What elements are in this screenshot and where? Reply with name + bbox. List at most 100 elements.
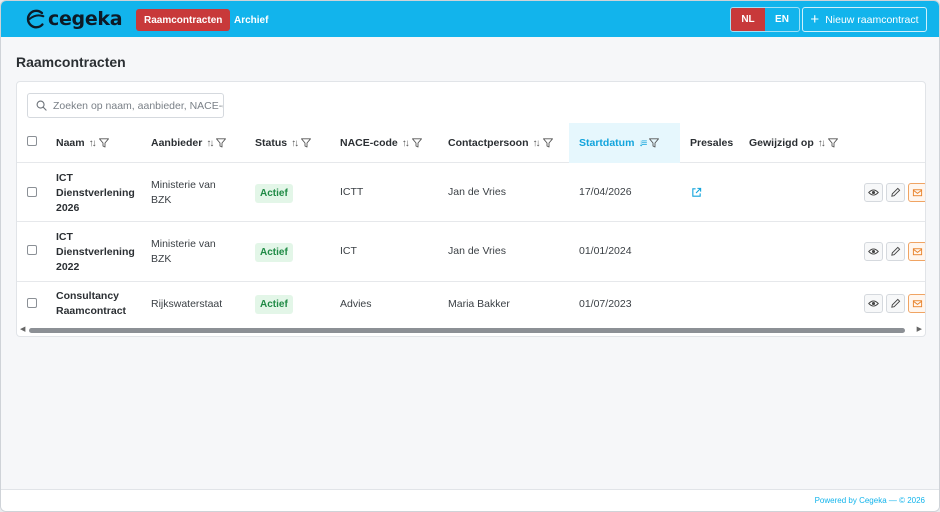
cell-naam[interactable]: Consultancy Raamcontract	[56, 288, 146, 320]
filter-icon[interactable]	[216, 138, 227, 148]
nav-raamcontracten[interactable]: Raamcontracten	[136, 9, 231, 31]
new-raamcontract-button[interactable]: + Nieuw raamcontract	[802, 7, 927, 32]
lang-en-button[interactable]: EN	[765, 8, 799, 31]
horizontal-scrollbar[interactable]: ◀ ▶	[17, 324, 925, 336]
new-raamcontract-label: Nieuw raamcontract	[825, 13, 919, 26]
sort-icon[interactable]: ↑↓	[206, 138, 214, 149]
view-button[interactable]	[864, 242, 883, 261]
eye-icon	[868, 248, 879, 255]
view-button[interactable]	[864, 183, 883, 202]
sort-desc-icon[interactable]: ↓≡	[638, 138, 647, 149]
table-row[interactable]: ICT Dienstverlening 2022 Ministerie van …	[17, 222, 925, 282]
page-title: Raamcontracten	[16, 54, 126, 70]
scroll-left-icon[interactable]: ◀	[20, 325, 25, 333]
pencil-icon	[891, 246, 901, 256]
filter-icon[interactable]	[827, 138, 838, 148]
status-badge: Actief	[255, 294, 293, 314]
app-window: cegeka Raamcontracten Archief NL EN + Ni…	[0, 0, 940, 512]
scroll-right-icon[interactable]: ▶	[917, 325, 922, 333]
sort-icon[interactable]: ↑↓	[818, 138, 826, 149]
eye-icon	[868, 300, 879, 307]
column-header-gewijzigd[interactable]: Gewijzigd op ↑↓	[749, 123, 838, 163]
search-icon	[36, 100, 47, 111]
sort-icon[interactable]: ↑↓	[89, 138, 97, 149]
cell-startdatum: 01/01/2024	[579, 245, 632, 257]
envelope-icon	[912, 300, 923, 308]
mail-button[interactable]	[908, 183, 925, 202]
column-label: Status	[255, 137, 288, 149]
view-button[interactable]	[864, 294, 883, 313]
plus-icon: +	[810, 10, 820, 28]
envelope-icon	[912, 248, 923, 256]
footer-credit: Powered by Cegeka — © 2026	[814, 496, 925, 505]
column-label: Contactpersoon	[448, 137, 529, 149]
column-header-naam[interactable]: Naam ↑↓	[56, 123, 109, 163]
search-input[interactable]	[53, 99, 223, 112]
cell-contactpersoon: Maria Bakker	[448, 298, 510, 310]
column-header-nace[interactable]: NACE-code ↑↓	[340, 123, 422, 163]
column-label: Presales	[690, 137, 734, 149]
cell-aanbieder: Rijkswaterstaat	[151, 298, 223, 310]
cell-contactpersoon: Jan de Vries	[448, 186, 506, 198]
search-box[interactable]	[27, 93, 224, 118]
column-header-startdatum[interactable]: Startdatum ↓≡	[569, 123, 680, 163]
cell-naam[interactable]: ICT Dienstverlening 2022	[56, 229, 141, 275]
logo-text: cegeka	[48, 8, 123, 30]
pencil-icon	[891, 187, 901, 197]
column-label: NACE-code	[340, 137, 398, 149]
column-header-presales: Presales	[690, 123, 733, 163]
table-row[interactable]: ICT Dienstverlening 2026 Ministerie van …	[17, 164, 925, 222]
cell-startdatum: 17/04/2026	[579, 186, 632, 198]
filter-icon[interactable]	[411, 138, 422, 148]
sort-icon[interactable]: ↑↓	[402, 138, 410, 149]
cell-contactpersoon: Jan de Vries	[448, 245, 506, 257]
scrollbar-thumb[interactable]	[29, 328, 905, 333]
lang-nl-button[interactable]: NL	[731, 8, 765, 31]
filter-icon[interactable]	[649, 138, 660, 148]
edit-button[interactable]	[886, 183, 905, 202]
edit-button[interactable]	[886, 294, 905, 313]
cell-aanbieder: Ministerie van BZK	[151, 238, 216, 265]
filter-icon[interactable]	[301, 138, 312, 148]
cegeka-logo-icon	[26, 9, 45, 29]
sort-icon[interactable]: ↑↓	[533, 138, 541, 149]
mail-button[interactable]	[908, 242, 925, 261]
filter-icon[interactable]	[542, 138, 553, 148]
filter-icon[interactable]	[98, 138, 109, 148]
cell-naam[interactable]: ICT Dienstverlening 2026	[56, 170, 141, 216]
cell-nace: Advies	[340, 298, 372, 310]
footer: Powered by Cegeka — © 2026	[1, 489, 939, 511]
row-checkbox[interactable]	[27, 245, 37, 255]
cell-nace: ICTT	[340, 186, 364, 198]
contracts-table-card: Naam ↑↓ Aanbieder ↑↓ Status ↑↓ NACE-code…	[16, 81, 926, 337]
row-checkbox[interactable]	[27, 187, 37, 197]
column-header-status[interactable]: Status ↑↓	[255, 123, 312, 163]
column-header-contactpersoon[interactable]: Contactpersoon ↑↓	[448, 123, 553, 163]
column-label: Aanbieder	[151, 137, 203, 149]
pencil-icon	[891, 298, 901, 308]
mail-button[interactable]	[908, 294, 925, 313]
column-label: Naam	[56, 137, 85, 149]
language-switch: NL EN	[730, 7, 800, 32]
cell-status: Actief	[255, 183, 293, 203]
cell-startdatum: 01/07/2023	[579, 298, 632, 310]
envelope-icon	[912, 189, 923, 197]
column-header-aanbieder[interactable]: Aanbieder ↑↓	[151, 123, 227, 163]
cell-status: Actief	[255, 242, 293, 262]
cell-nace: ICT	[340, 245, 357, 257]
row-checkbox[interactable]	[27, 298, 37, 308]
cell-aanbieder: Ministerie van BZK	[151, 179, 216, 206]
external-link-icon[interactable]	[691, 187, 702, 198]
sort-icon[interactable]: ↑↓	[291, 138, 299, 149]
column-label: Gewijzigd op	[749, 137, 814, 149]
nav-archief[interactable]: Archief	[234, 9, 268, 31]
cell-status: Actief	[255, 294, 293, 314]
cegeka-logo[interactable]: cegeka	[25, 8, 123, 30]
status-badge: Actief	[255, 242, 293, 262]
table-row[interactable]: Consultancy Raamcontract Rijkswaterstaat…	[17, 282, 925, 326]
status-badge: Actief	[255, 183, 293, 203]
select-all-checkbox[interactable]	[27, 136, 37, 146]
edit-button[interactable]	[886, 242, 905, 261]
top-bar: cegeka Raamcontracten Archief NL EN + Ni…	[1, 1, 939, 37]
column-label: Startdatum	[579, 137, 635, 149]
